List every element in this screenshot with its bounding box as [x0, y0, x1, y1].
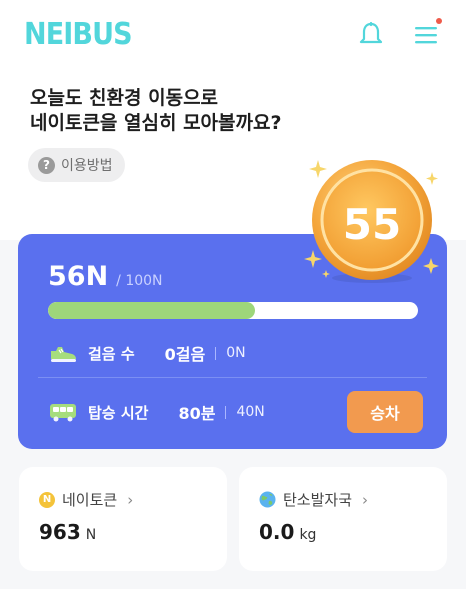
carbon-card-title: 탄소발자국 › [259, 489, 368, 510]
chevron-right-icon: › [362, 490, 369, 509]
greeting-line-1: 오늘도 친환경 이동으로 [30, 87, 219, 109]
chevron-right-icon: › [127, 490, 134, 509]
app-logo[interactable]: NEIBUS [24, 17, 133, 52]
stat-divider [38, 377, 427, 378]
earth-icon [259, 491, 276, 508]
walk-stat-row: 걸음 수 0걸음 0N [48, 342, 246, 364]
question-icon: ? [38, 156, 55, 174]
ride-label: 탑승 시간 [88, 403, 149, 422]
points-summary: 56N / 100N [48, 261, 163, 292]
howto-button[interactable]: ? 이용방법 [28, 148, 125, 182]
carbon-title-label: 탄소발자국 [283, 491, 353, 509]
coin-value: 55 [342, 199, 402, 249]
ride-value: 80분 [178, 404, 216, 423]
n-token-icon: N [39, 491, 55, 508]
token-amount-value: 963 [39, 520, 81, 544]
app-header: NEIBUS [0, 0, 466, 70]
token-amount-unit: N [85, 527, 97, 543]
walk-separator [215, 346, 217, 360]
app-page: NEIBUS 오늘도 친환경 이동으로 네이토큰을 열심히 모아볼까요? ? 이… [0, 0, 466, 589]
walk-value: 0걸음 [164, 345, 206, 364]
carbon-amount-value: 0.0 [259, 520, 295, 544]
hamburger-menu-icon[interactable] [413, 18, 442, 48]
max-points: / 100N [116, 273, 163, 289]
bus-icon [50, 404, 76, 422]
token-card-title: N 네이토큰 › [39, 489, 133, 510]
walk-points: 0N [226, 345, 246, 361]
token-amount: 963 N [39, 520, 96, 544]
carbon-amount-unit: kg [299, 527, 317, 543]
howto-label: 이용방법 [61, 158, 113, 174]
current-points: 56N [48, 261, 109, 292]
points-progress-fill [48, 302, 256, 319]
walk-label: 걸음 수 [88, 344, 135, 363]
ride-points: 40N [236, 404, 265, 420]
ride-stat-row: 탑승 시간 80분 40N [48, 401, 265, 423]
greeting-text: 오늘도 친환경 이동으로 네이토큰을 열심히 모아볼까요? [30, 86, 282, 136]
bell-icon[interactable] [358, 22, 384, 48]
notification-dot [436, 18, 442, 24]
carbon-card[interactable]: 탄소발자국 › 0.0 kg [239, 467, 447, 571]
token-card[interactable]: N 네이토큰 › 963 N [19, 467, 227, 571]
ride-separator [225, 405, 227, 419]
carbon-amount: 0.0 kg [259, 520, 316, 544]
board-button[interactable]: 승차 [347, 391, 423, 433]
points-progress-bar [48, 302, 418, 319]
coin-badge: 55 [300, 154, 450, 289]
greeting-line-2: 네이토큰을 열심히 모아볼까요? [30, 112, 282, 134]
token-title-label: 네이토큰 [62, 491, 118, 509]
sneaker-icon [51, 347, 76, 362]
